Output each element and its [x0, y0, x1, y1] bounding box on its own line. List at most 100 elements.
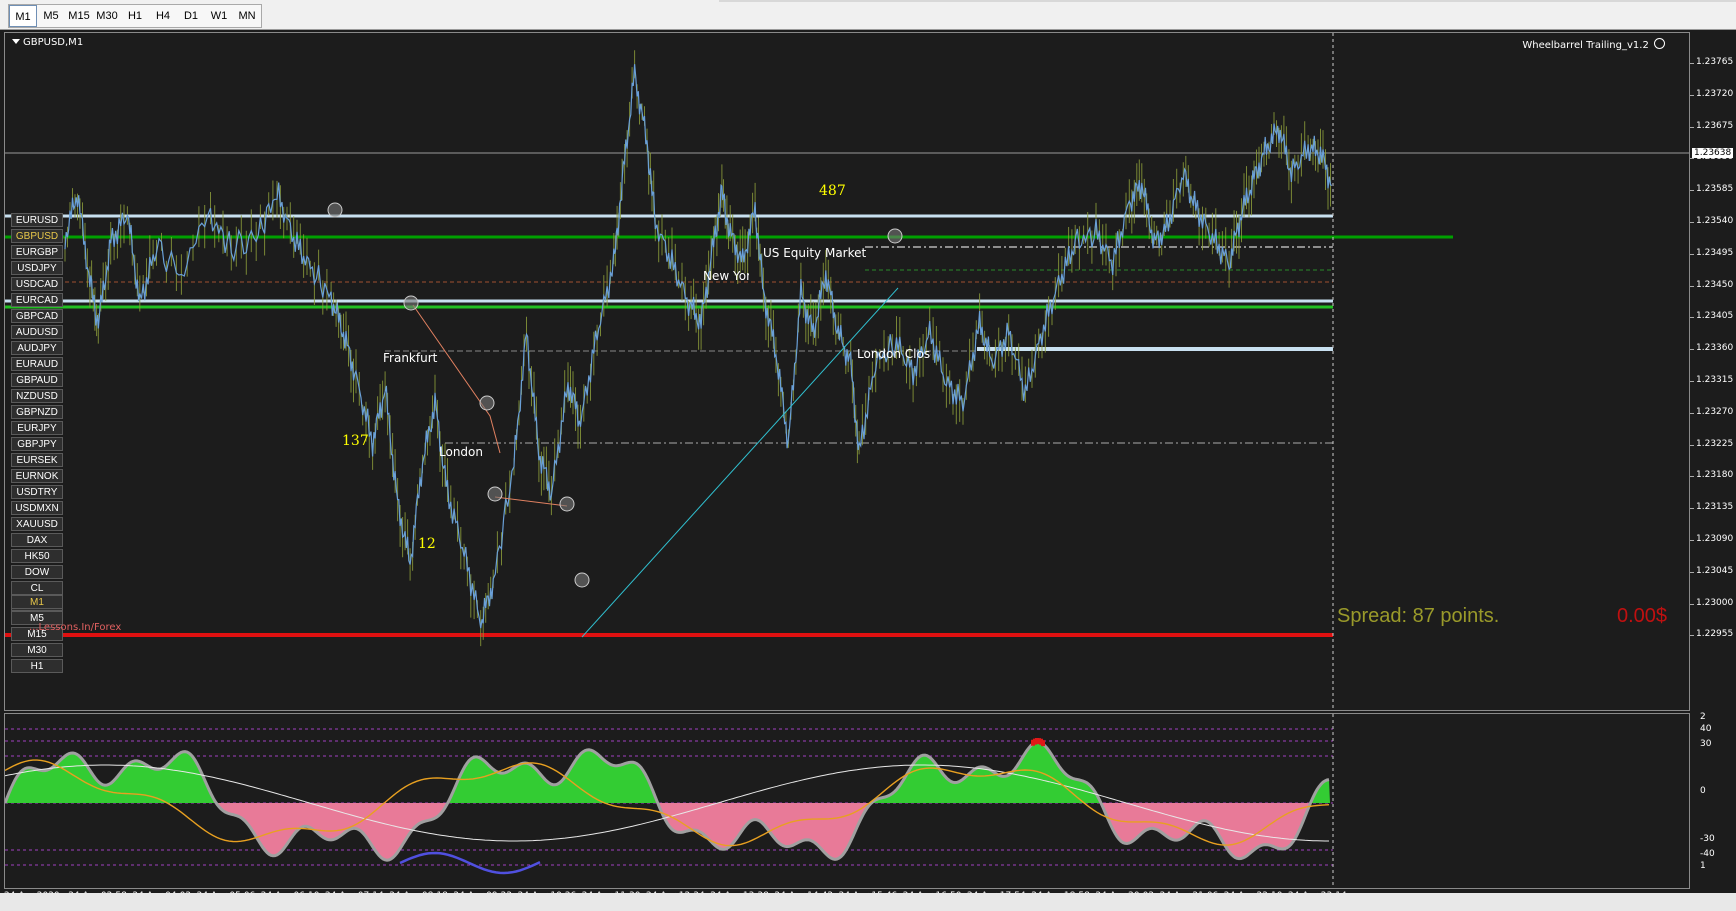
symbol-button-eurgbp[interactable]: EURGBP [11, 245, 63, 259]
timeframe-button-h1[interactable]: H1 [121, 5, 149, 27]
price-axis-tick [1690, 349, 1694, 351]
count-label-137: 137 [342, 433, 369, 449]
pattern-marker [327, 202, 343, 218]
price-axis-tick [1690, 317, 1694, 319]
symbol-button-gbpnzd[interactable]: GBPNZD [11, 405, 63, 419]
chart-menu-triangle-icon[interactable] [12, 39, 20, 44]
symbol-button-usdcad[interactable]: USDCAD [11, 277, 63, 291]
price-axis-tick [1690, 540, 1694, 541]
price-axis-label: 1.23135 [1696, 502, 1734, 513]
price-axis-tick [1690, 126, 1694, 128]
symbol-button-xauusd[interactable]: XAUUSD [11, 517, 63, 531]
price-axis-tick [1690, 571, 1694, 573]
chart-symbol-title[interactable]: GBPUSD,M1 [12, 37, 84, 48]
oscillator-axis-label: 1 [1700, 861, 1706, 871]
price-axis-tick [1690, 285, 1694, 287]
pattern-marker [559, 496, 575, 512]
price-axis-label: 1.23540 [1696, 216, 1734, 226]
symbol-button-eurnok[interactable]: EURNOK [11, 469, 63, 483]
symbol-button-eurusd[interactable]: EURUSD [11, 213, 63, 227]
timeframe-button-m30[interactable]: M30 [93, 5, 121, 27]
oscillator-axis-label: -30 [1700, 834, 1715, 844]
timeframe-button-mn[interactable]: MN [233, 5, 261, 27]
symbol-button-gbpjpy[interactable]: GBPJPY [11, 437, 63, 451]
price-axis-tick [1690, 603, 1694, 605]
symbol-button-gbpaud[interactable]: GBPAUD [11, 373, 63, 387]
price-axis-label: 1.23405 [1696, 311, 1734, 322]
pattern-marker [403, 295, 419, 311]
oscillator-axis-label: 2 [1700, 712, 1706, 722]
price-axis-label: 1.23675 [1696, 120, 1734, 131]
pattern-marker [487, 486, 503, 502]
price-axis-tick [1690, 158, 1694, 160]
pattern-marker [887, 228, 903, 244]
timeframe-side-list: M1 M5 M15 M30 H1 [11, 595, 63, 675]
symbol-button-dax[interactable]: DAX [11, 533, 63, 547]
timeframe-toolbar: M1 M5 M15 M30 H1 H4 D1 W1 MN [0, 0, 1736, 30]
side-timeframe-button-m1[interactable]: M1 [11, 595, 63, 609]
symbol-button-usdjpy[interactable]: USDJPY [11, 261, 63, 275]
timeframe-button-h4[interactable]: H4 [149, 5, 177, 27]
price-panel[interactable]: GBPUSD,M1 Wheelbarrel Trailing_v1.2 EURU… [4, 32, 1690, 711]
toolbar-separator [719, 0, 1736, 2]
timeframe-button-m15[interactable]: M15 [65, 5, 93, 27]
symbol-button-audjpy[interactable]: AUDJPY [11, 341, 63, 355]
symbol-button-hk50[interactable]: HK50 [11, 549, 63, 563]
price-axis-tick [1690, 476, 1694, 478]
symbol-button-euraud[interactable]: EURAUD [11, 357, 63, 371]
price-axis-label: 1.23450 [1696, 279, 1734, 290]
oscillator-panel[interactable] [4, 713, 1690, 889]
symbol-button-eursek[interactable]: EURSEK [11, 453, 63, 467]
bottom-scroll-area[interactable] [0, 893, 1736, 911]
symbol-button-gbpusd[interactable]: GBPUSD [11, 229, 63, 243]
current-price-tag: 1.23638 [1692, 148, 1734, 158]
oscillator-axis[interactable]: 2 40 30 0 -30 -40 1 [1690, 712, 1736, 889]
price-axis-label: 1.23225 [1696, 438, 1734, 449]
oscillator-svg[interactable] [5, 714, 1689, 888]
symbol-button-usdtry[interactable]: USDTRY [11, 485, 63, 499]
indicator-name-label: Wheelbarrel Trailing_v1.2 [1522, 38, 1665, 51]
symbol-button-audusd[interactable]: AUDUSD [11, 325, 63, 339]
price-axis-tick [1690, 444, 1694, 446]
oscillator-axis-label: -40 [1700, 849, 1715, 859]
count-label-487: 487 [819, 183, 846, 199]
price-axis-label: 1.23000 [1696, 597, 1734, 608]
side-timeframe-button-m30[interactable]: M30 [11, 643, 63, 657]
price-axis-tick [1690, 381, 1694, 382]
price-axis-tick [1690, 190, 1694, 192]
watermark-text: ...Lessons.In/Forex [29, 622, 122, 633]
price-axis-label: 1.23585 [1696, 184, 1734, 195]
symbol-button-eurjpy[interactable]: EURJPY [11, 421, 63, 435]
price-axis-tick [1690, 508, 1694, 510]
price-axis[interactable]: 1.237651.237201.236751.236301.235851.235… [1690, 32, 1736, 711]
symbol-button-gbpcad[interactable]: GBPCAD [11, 309, 63, 323]
chart-window[interactable]: GBPUSD,M1 Wheelbarrel Trailing_v1.2 EURU… [0, 30, 1736, 911]
session-label-new-york: New York [703, 269, 749, 283]
oscillator-signal-purple [399, 851, 541, 875]
symbol-button-eurcad[interactable]: EURCAD [11, 293, 63, 307]
price-axis-tick [1690, 222, 1694, 223]
timeframe-button-m1[interactable]: M1 [9, 5, 37, 27]
symbol-button-dow[interactable]: DOW [11, 565, 63, 579]
price-axis-label: 1.23360 [1696, 343, 1734, 354]
price-axis-label: 1.22955 [1696, 629, 1734, 640]
timeframe-button-w1[interactable]: W1 [205, 5, 233, 27]
chart-symbol-label: GBPUSD,M1 [23, 37, 84, 48]
side-timeframe-button-h1[interactable]: H1 [11, 659, 63, 673]
oscillator-axis-label: 40 [1700, 724, 1712, 734]
symbol-button-list: EURUSD GBPUSD EURGBP USDJPY USDCAD EURCAD GBPC… [11, 213, 63, 613]
price-axis-label: 1.23270 [1696, 406, 1734, 417]
oscillator-axis-label: 0 [1700, 786, 1706, 796]
count-label-12: 12 [418, 536, 436, 552]
timeframe-button-m5[interactable]: M5 [37, 5, 65, 27]
oscillator-axis-label: 30 [1700, 739, 1712, 749]
symbol-button-cl[interactable]: CL [11, 581, 63, 595]
symbol-button-nzdusd[interactable]: NZDUSD [11, 389, 63, 403]
price-axis-label: 1.23090 [1696, 534, 1734, 544]
price-axis-tick [1690, 94, 1694, 96]
symbol-button-usdmxn[interactable]: USDMXN [11, 501, 63, 515]
price-axis-label: 1.23495 [1696, 247, 1734, 258]
price-axis-tick [1690, 412, 1694, 414]
oscillator-negative-area [5, 803, 1330, 861]
timeframe-button-d1[interactable]: D1 [177, 5, 205, 27]
